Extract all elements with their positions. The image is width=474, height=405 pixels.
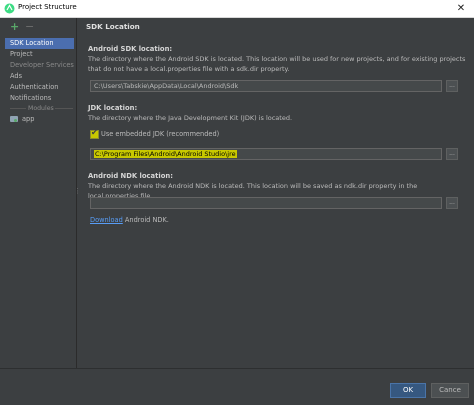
jdk-label: JDK location: <box>88 104 138 112</box>
jdk-browse-button[interactable]: ... <box>446 148 458 160</box>
sidebar-item-sdk-location[interactable]: SDK Location <box>5 38 74 49</box>
add-icon[interactable]: + <box>10 21 19 32</box>
ok-button[interactable]: OK <box>390 383 426 398</box>
android-ndk-label: Android NDK location: <box>88 172 173 180</box>
module-label: app <box>22 115 35 123</box>
jdk-path-input[interactable]: C:\Program Files\Android\Android Studio\… <box>90 148 442 160</box>
close-button[interactable]: ✕ <box>448 0 474 17</box>
sidebar-item-project[interactable]: Project <box>5 49 74 60</box>
module-folder-icon <box>10 116 18 122</box>
title-bar: Project Structure ✕ <box>0 0 474 18</box>
window-title: Project Structure <box>18 3 77 11</box>
download-ndk-suffix: Android NDK. <box>122 216 169 224</box>
download-ndk-line: Download Android NDK. <box>90 216 169 224</box>
android-sdk-browse-button[interactable]: ... <box>446 80 458 92</box>
android-studio-logo-icon <box>4 3 15 14</box>
footer-divider <box>0 368 474 369</box>
page-title: SDK Location <box>86 22 140 31</box>
android-sdk-description: The directory where the Android SDK is l… <box>88 55 466 73</box>
sidebar-item-authentication[interactable]: Authentication <box>5 82 74 93</box>
remove-icon[interactable]: − <box>25 21 34 32</box>
jdk-path-value: C:\Program Files\Android\Android Studio\… <box>94 150 237 158</box>
jdk-description: The directory where the Java Development… <box>88 114 293 122</box>
sidebar-item-app-module[interactable]: app <box>10 114 34 125</box>
sidebar-item-notifications[interactable]: Notifications <box>5 93 74 104</box>
android-sdk-label: Android SDK location: <box>88 45 173 53</box>
divider <box>10 108 26 109</box>
sidebar-header-developer-services: Developer Services <box>10 61 74 69</box>
use-embedded-jdk-label[interactable]: Use embedded JDK (recommended) <box>101 130 219 138</box>
cancel-button[interactable]: Cance <box>431 383 469 398</box>
android-ndk-browse-button[interactable]: ... <box>446 197 458 209</box>
splitter-grip-icon[interactable]: ⋮ <box>74 188 81 195</box>
modules-label: Modules <box>28 105 54 112</box>
divider <box>55 108 73 109</box>
android-sdk-path-input[interactable]: C:\Users\Tabskie\AppData\Local\Android\S… <box>90 80 442 92</box>
sidebar-item-ads[interactable]: Ads <box>5 71 74 82</box>
download-ndk-link[interactable]: Download <box>90 216 123 224</box>
modules-section-header: Modules <box>5 104 75 113</box>
android-ndk-path-input[interactable] <box>90 197 442 209</box>
use-embedded-jdk-checkbox[interactable] <box>90 128 99 139</box>
